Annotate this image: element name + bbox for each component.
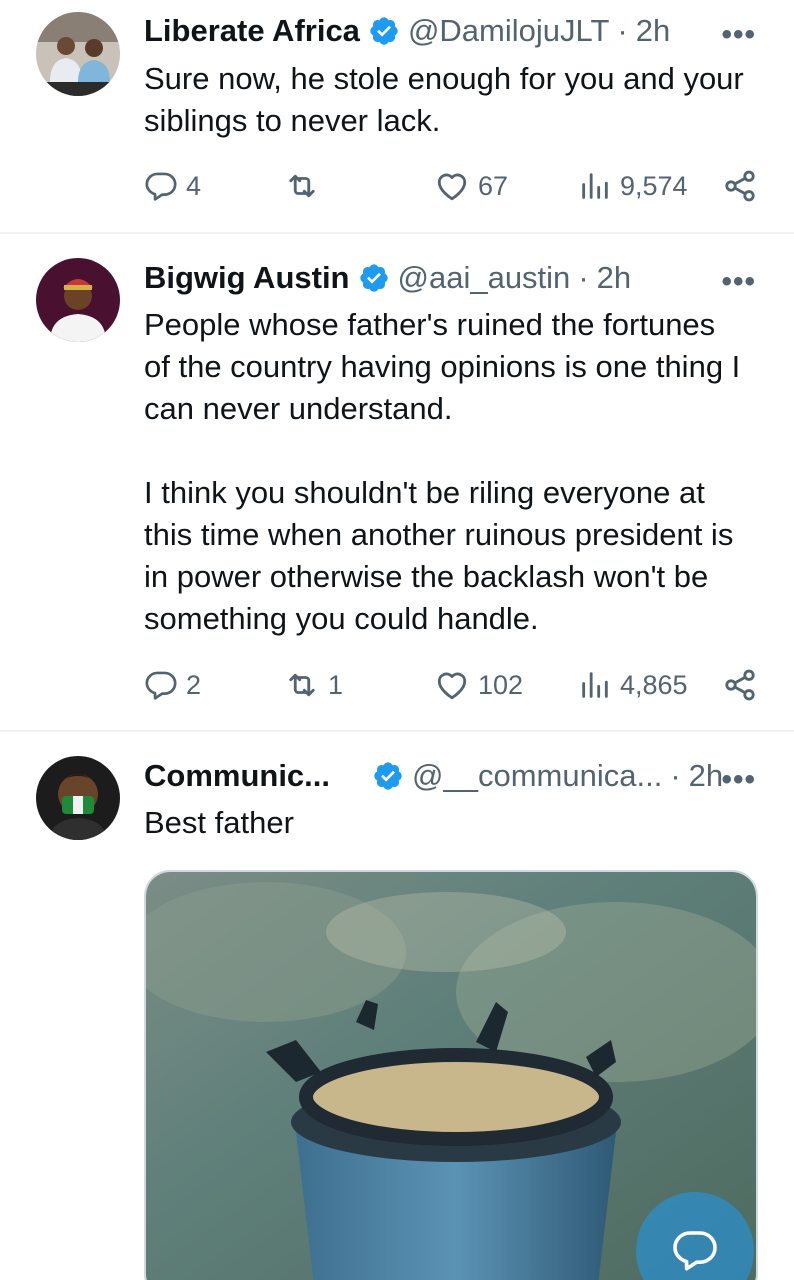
tweet-text: Best father xyxy=(144,805,294,840)
display-name[interactable]: Bigwig Austin xyxy=(144,260,350,296)
reply-button[interactable]: 4 xyxy=(144,166,201,206)
like-button[interactable]: 67 xyxy=(434,166,508,206)
avatar[interactable] xyxy=(36,258,120,342)
timestamp[interactable]: 2h xyxy=(636,13,670,49)
reply-icon xyxy=(145,671,177,700)
verified-badge-icon xyxy=(374,762,402,790)
avatar[interactable] xyxy=(36,12,120,96)
tweet-header: Liberate Africa @DamilojuJLT · 2h xyxy=(144,11,764,51)
retweet-icon xyxy=(289,174,315,198)
verified-badge-icon xyxy=(359,264,388,292)
separator-dot: · xyxy=(670,758,681,793)
tweet-actions: 4 67 9,574 xyxy=(144,166,758,206)
timestamp[interactable]: 2h xyxy=(689,758,723,794)
share-button[interactable] xyxy=(722,665,758,705)
retweet-button[interactable]: 1 xyxy=(284,665,343,705)
tweet-actions: 2 1 102 4,865 xyxy=(144,665,758,705)
tweet-header: Bigwig Austin @aai_austin · 2h xyxy=(144,258,764,298)
timestamp[interactable]: 2h xyxy=(597,260,631,296)
views-button[interactable]: 9,574 xyxy=(578,166,688,206)
display-name[interactable]: Liberate Africa xyxy=(144,13,360,49)
retweet-button[interactable] xyxy=(284,166,328,206)
user-handle[interactable]: @DamilojuJLT xyxy=(408,13,609,49)
compose-reply-icon xyxy=(673,1231,717,1271)
like-count: 67 xyxy=(478,170,509,201)
like-button[interactable]: 102 xyxy=(434,665,523,705)
user-handle[interactable]: @aai_austin xyxy=(398,260,571,296)
share-button[interactable] xyxy=(722,166,758,206)
tweet-text: Sure now, he stole enough for you and yo… xyxy=(144,61,744,138)
views-button[interactable]: 4,865 xyxy=(578,665,688,705)
more-icon[interactable]: ••• xyxy=(721,18,756,52)
reply-icon xyxy=(145,172,177,201)
tweet-header: Communic... @__communica... · 2h xyxy=(144,756,764,796)
views-icon xyxy=(582,672,608,698)
verified-badge-icon xyxy=(370,17,398,45)
tweet-liberate-africa[interactable]: Liberate Africa @DamilojuJLT · 2h ••• Su… xyxy=(0,0,794,232)
reply-button[interactable]: 2 xyxy=(144,665,201,705)
tweet-text: People whose father's ruined the fortune… xyxy=(144,307,741,636)
reply-count: 2 xyxy=(186,669,202,700)
more-icon[interactable]: ••• xyxy=(721,763,756,797)
views-count: 4,865 xyxy=(620,669,688,700)
like-icon xyxy=(437,672,467,700)
display-name[interactable]: Communic... xyxy=(144,758,330,794)
retweet-icon xyxy=(289,673,315,697)
like-icon xyxy=(437,173,467,201)
views-count: 9,574 xyxy=(620,170,688,201)
separator-dot: · xyxy=(578,260,589,295)
reply-count: 4 xyxy=(186,170,202,201)
share-icon xyxy=(725,170,755,202)
share-icon xyxy=(725,669,755,701)
views-icon xyxy=(582,173,608,199)
separator-dot: · xyxy=(617,13,628,48)
avatar[interactable] xyxy=(36,756,120,840)
tweet-bigwig-austin[interactable]: Bigwig Austin @aai_austin · 2h ••• Peopl… xyxy=(0,234,794,730)
user-handle[interactable]: @__communica... xyxy=(412,758,662,794)
like-count: 102 xyxy=(478,669,524,700)
retweet-count: 1 xyxy=(328,669,344,700)
more-icon[interactable]: ••• xyxy=(721,265,756,299)
